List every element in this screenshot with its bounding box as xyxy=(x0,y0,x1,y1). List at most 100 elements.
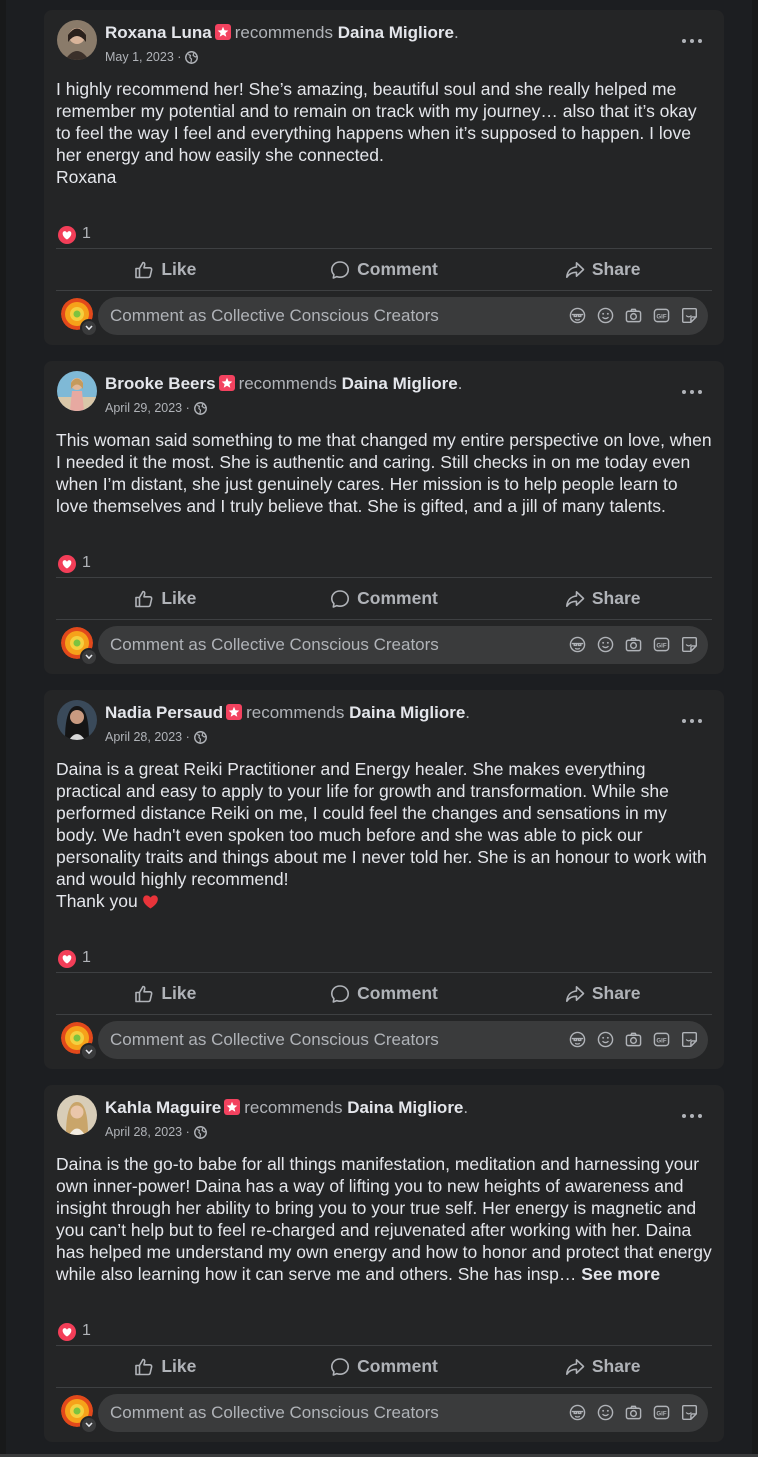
heart-emoji-icon xyxy=(142,892,159,914)
like-button[interactable]: Like xyxy=(56,249,275,290)
thumbs-up-icon xyxy=(135,1358,153,1375)
like-button[interactable]: Like xyxy=(56,1346,275,1387)
camera-icon[interactable] xyxy=(625,1404,642,1421)
emoji-icon[interactable] xyxy=(597,1031,614,1048)
gif-icon[interactable]: GIF xyxy=(653,1031,670,1048)
comment-button[interactable]: Comment xyxy=(275,249,494,290)
comment-tools: GIF xyxy=(569,1404,698,1421)
recommend-star-icon xyxy=(214,24,231,40)
page-name[interactable]: Daina Migliore xyxy=(349,703,465,722)
avatar[interactable] xyxy=(57,1095,97,1135)
like-button[interactable]: Like xyxy=(56,578,275,619)
recommendation-headline: Kahla Maguire recommends Daina Migliore. xyxy=(105,1098,469,1117)
chevron-down-icon[interactable] xyxy=(80,319,98,337)
reaction-count: 1 xyxy=(82,1322,91,1339)
comment-button[interactable]: Comment xyxy=(275,973,494,1014)
gif-icon[interactable]: GIF xyxy=(653,307,670,324)
see-more-link[interactable]: See more xyxy=(581,1264,660,1284)
avatar[interactable] xyxy=(57,20,97,60)
card-header: Kahla Maguire recommends Daina Migliore. … xyxy=(44,1085,724,1145)
comment-label: Comment xyxy=(357,588,438,608)
camera-icon[interactable] xyxy=(625,1031,642,1048)
author-name[interactable]: Nadia Persaud xyxy=(105,703,223,722)
comment-tools: GIF xyxy=(569,1031,698,1048)
window-edge-left xyxy=(0,0,6,1457)
share-arrow-icon xyxy=(565,261,585,278)
action-bar: Like Comment Share xyxy=(56,1345,712,1388)
more-options-icon[interactable] xyxy=(682,383,708,399)
avatar[interactable] xyxy=(57,700,97,740)
share-button[interactable]: Share xyxy=(493,249,712,290)
chevron-down-icon[interactable] xyxy=(80,1416,98,1434)
like-button[interactable]: Like xyxy=(56,973,275,1014)
share-button[interactable]: Share xyxy=(493,1346,712,1387)
author-name[interactable]: Kahla Maguire xyxy=(105,1098,221,1117)
sticker-icon[interactable] xyxy=(681,1404,698,1421)
comment-button[interactable]: Comment xyxy=(275,1346,494,1387)
more-options-icon[interactable] xyxy=(682,1107,708,1123)
thumbs-up-icon xyxy=(135,985,153,1002)
avatar-sticker-icon[interactable] xyxy=(569,1404,586,1421)
avatar-sticker-icon[interactable] xyxy=(569,636,586,653)
more-options-icon[interactable] xyxy=(682,32,708,48)
recommends-text: recommends xyxy=(234,23,334,42)
chevron-down-icon[interactable] xyxy=(80,648,98,666)
comment-bubble-icon xyxy=(331,260,350,279)
page-name[interactable]: Daina Migliore xyxy=(338,23,454,42)
action-bar: Like Comment Share xyxy=(56,972,712,1015)
avatar[interactable] xyxy=(57,371,97,411)
recommend-star-icon xyxy=(224,1099,241,1115)
gif-icon[interactable]: GIF xyxy=(653,636,670,653)
camera-icon[interactable] xyxy=(625,307,642,324)
emoji-icon[interactable] xyxy=(597,636,614,653)
avatar-sticker-icon[interactable] xyxy=(569,307,586,324)
post-date[interactable]: April 28, 2023 xyxy=(105,730,182,744)
emoji-icon[interactable] xyxy=(597,307,614,324)
share-arrow-icon xyxy=(565,590,585,607)
post-meta: April 29, 2023 · xyxy=(105,401,207,418)
card-header: Nadia Persaud recommends Daina Migliore. … xyxy=(44,690,724,750)
post-meta: May 1, 2023 · xyxy=(105,50,199,67)
recommendation-headline: Nadia Persaud recommends Daina Migliore. xyxy=(105,703,471,722)
sticker-icon[interactable] xyxy=(681,1031,698,1048)
author-name[interactable]: Roxana Luna xyxy=(105,23,212,42)
post-body: Daina is a great Reiki Practitioner and … xyxy=(56,750,712,942)
globe-icon xyxy=(193,1126,207,1142)
camera-icon[interactable] xyxy=(625,636,642,653)
thumbs-up-icon xyxy=(135,590,153,607)
post-date[interactable]: May 1, 2023 xyxy=(105,50,174,64)
love-reaction-icon xyxy=(58,950,76,973)
reaction-summary[interactable]: 1 xyxy=(56,218,712,248)
share-label: Share xyxy=(591,259,641,279)
chevron-down-icon[interactable] xyxy=(80,1043,98,1061)
reaction-summary[interactable]: 1 xyxy=(56,547,712,577)
comment-tools: GIF xyxy=(569,636,698,653)
card-header: Brooke Beers recommends Daina Migliore. A… xyxy=(44,361,724,421)
like-label: Like xyxy=(161,983,197,1003)
reaction-summary[interactable]: 1 xyxy=(56,1315,712,1345)
emoji-icon[interactable] xyxy=(597,1404,614,1421)
share-button[interactable]: Share xyxy=(493,973,712,1014)
thumbs-up-icon xyxy=(135,261,153,278)
author-name[interactable]: Brooke Beers xyxy=(105,374,216,393)
post-meta: April 28, 2023 · xyxy=(105,1125,207,1142)
page-name[interactable]: Daina Migliore xyxy=(342,374,458,393)
love-reaction-icon xyxy=(58,1323,76,1346)
sticker-icon[interactable] xyxy=(681,636,698,653)
page-name[interactable]: Daina Migliore xyxy=(347,1098,463,1117)
sticker-icon[interactable] xyxy=(681,307,698,324)
comment-composer: GIF xyxy=(44,620,724,674)
gif-icon[interactable]: GIF xyxy=(653,1404,670,1421)
avatar-sticker-icon[interactable] xyxy=(569,1031,586,1048)
reaction-summary[interactable]: 1 xyxy=(56,942,712,972)
comment-button[interactable]: Comment xyxy=(275,578,494,619)
comment-tools: GIF xyxy=(569,307,698,324)
post-body: Daina is the go-to babe for all things m… xyxy=(56,1145,712,1315)
share-button[interactable]: Share xyxy=(493,578,712,619)
post-date[interactable]: April 28, 2023 xyxy=(105,1125,182,1139)
more-options-icon[interactable] xyxy=(682,712,708,728)
post-paragraph: Thank you xyxy=(56,891,138,911)
post-meta: April 28, 2023 · xyxy=(105,730,207,747)
post-date[interactable]: April 29, 2023 xyxy=(105,401,182,415)
comment-bubble-icon xyxy=(331,589,350,608)
